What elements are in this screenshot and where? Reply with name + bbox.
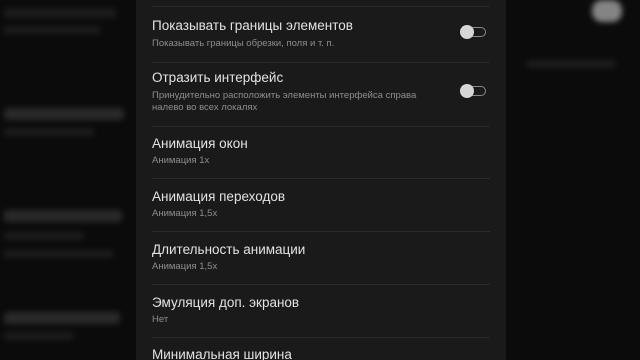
- setting-subtitle: Нет: [152, 314, 169, 325]
- setting-transition-animation-scale[interactable]: Анимация переходов Анимация 1,5x: [152, 179, 490, 232]
- setting-minimum-width[interactable]: Минимальная ширина: [152, 338, 490, 360]
- setting-title: Минимальная ширина: [152, 347, 292, 360]
- setting-title: Анимация переходов: [152, 189, 286, 204]
- developer-options-panel: Показывать границы элементов Показывать …: [136, 0, 506, 360]
- show-layout-bounds-toggle[interactable]: [460, 25, 486, 39]
- setting-simulate-secondary-displays[interactable]: Эмуляция доп. экранов Нет: [152, 285, 490, 338]
- setting-subtitle-line2: налево во всех локалях: [152, 102, 258, 113]
- force-rtl-toggle[interactable]: [460, 84, 486, 98]
- setting-animator-duration-scale[interactable]: Длительность анимации Анимация 1,5x: [152, 232, 490, 285]
- setting-subtitle: Анимация 1x: [152, 155, 210, 166]
- setting-show-layout-bounds[interactable]: Показывать границы элементов Показывать …: [152, 7, 490, 63]
- setting-title: Показывать границы элементов: [152, 18, 353, 33]
- setting-force-rtl-layout[interactable]: Отразить интерфейс Принудительно располо…: [152, 63, 490, 127]
- setting-title: Отразить интерфейс: [152, 70, 284, 85]
- setting-window-animation-scale[interactable]: Анимация окон Анимация 1x: [152, 127, 490, 179]
- blurred-background-left: [0, 0, 136, 360]
- toggle-thumb: [460, 84, 474, 98]
- setting-title: Эмуляция доп. экранов: [152, 295, 300, 310]
- setting-title: Длительность анимации: [152, 242, 306, 257]
- setting-subtitle: Анимация 1,5x: [152, 261, 218, 272]
- setting-subtitle: Показывать границы обрезки, поля и т. п.: [152, 38, 335, 49]
- toggle-thumb: [460, 25, 474, 39]
- setting-subtitle: Анимация 1,5x: [152, 208, 218, 219]
- blurred-background-right: [506, 0, 640, 360]
- setting-title: Анимация окон: [152, 136, 248, 151]
